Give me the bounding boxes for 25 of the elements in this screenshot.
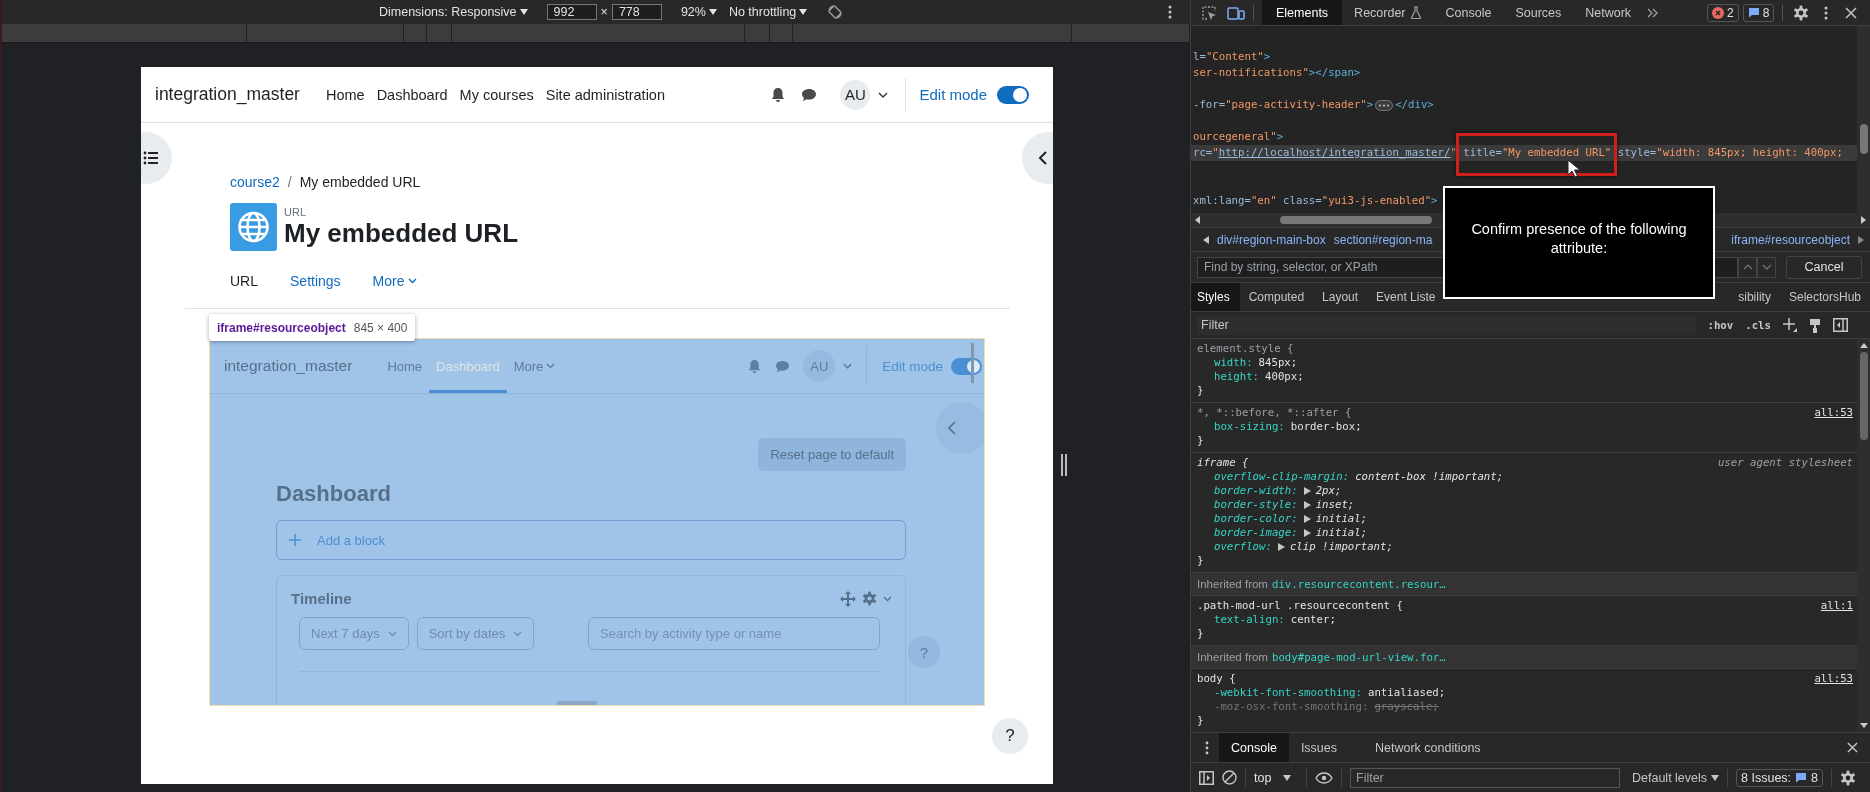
- page-title: My embedded URL: [284, 218, 519, 248]
- css-selector: element.style {: [1197, 342, 1294, 356]
- popup-message: Confirm presence of the following attribute:: [1470, 220, 1688, 258]
- closing-brace: }: [1197, 434, 1204, 448]
- element-selector: iframe#resourceobject: [217, 320, 346, 335]
- closing-brace: }: [1197, 384, 1204, 398]
- breadcrumb-separator: /: [287, 174, 292, 190]
- element-size: 845 × 400: [353, 320, 408, 335]
- edit-mode-label: Edit mode: [919, 86, 987, 103]
- css-selector: iframe {: [1197, 456, 1249, 470]
- times-sign: ×: [600, 5, 608, 19]
- closing-brace: }: [1197, 554, 1204, 568]
- inherited-label: Inherited from: [1197, 578, 1268, 590]
- css-selector: *, *::before, *::after {: [1197, 406, 1352, 420]
- breadcrumb-item: My embedded URL: [299, 174, 421, 190]
- css-selector: body {: [1197, 672, 1236, 686]
- css-selector: .path-mod-url .resourcecontent {: [1197, 599, 1403, 613]
- activity-type: URL: [284, 206, 307, 218]
- closing-brace: }: [1197, 627, 1204, 641]
- card-title: Timeline: [291, 590, 352, 607]
- closing-brace: }: [1197, 714, 1204, 728]
- inherited-label: Inherited from: [1197, 651, 1268, 663]
- source-note: user agent stylesheet: [1717, 456, 1853, 470]
- dashboard-heading: Dashboard: [276, 481, 392, 507]
- edit-mode-label: Edit mode: [882, 358, 944, 374]
